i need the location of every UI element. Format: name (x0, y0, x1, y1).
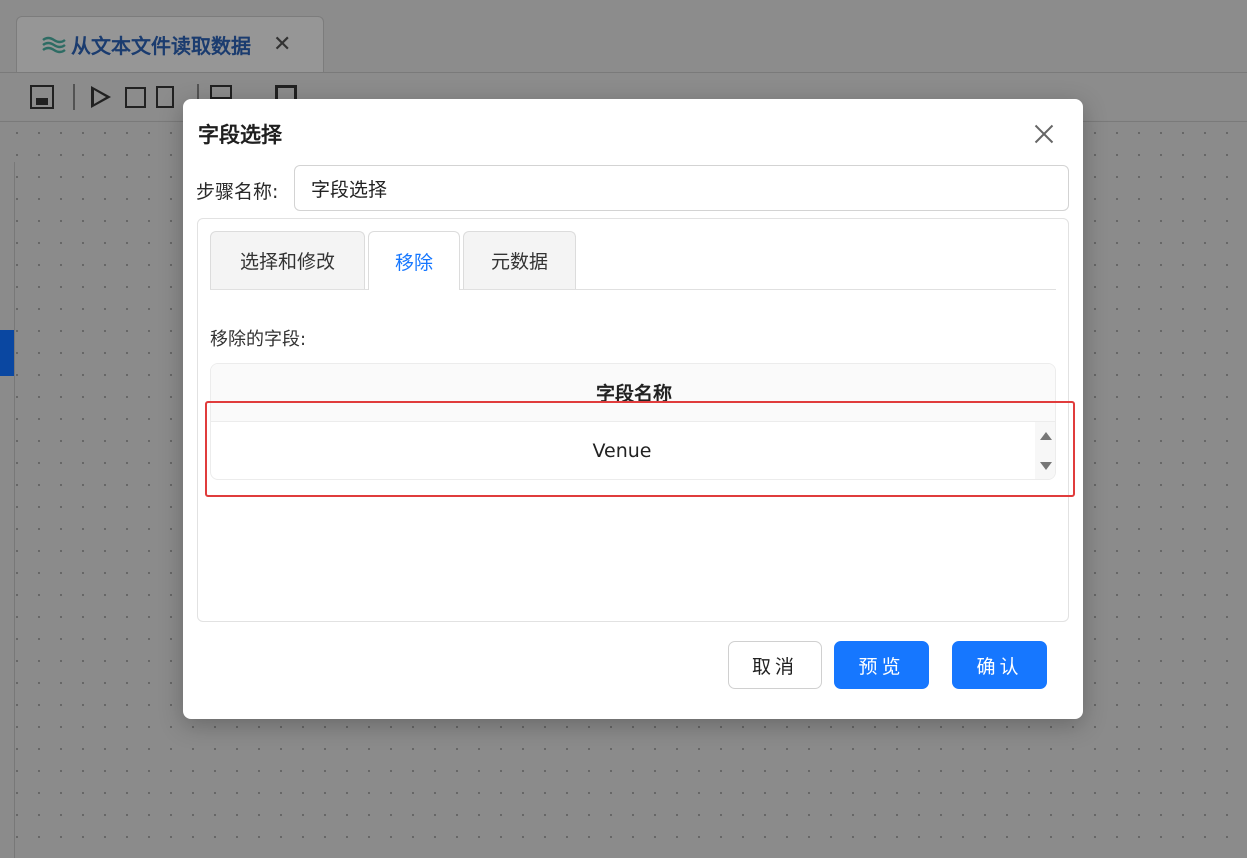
step-name-label: 步骤名称: (196, 181, 279, 203)
close-icon[interactable] (1031, 121, 1057, 147)
arrow-down-icon[interactable] (1040, 462, 1052, 470)
tab-select-modify[interactable]: 选择和修改 (210, 231, 365, 289)
field-select-dialog: 字段选择 步骤名称: 选择和修改 移除 元数据 移除的字段: 字段名称 Venu… (183, 99, 1083, 719)
dialog-title: 字段选择 (198, 123, 282, 147)
tab-metadata[interactable]: 元数据 (463, 231, 576, 289)
row-stepper[interactable] (1035, 422, 1055, 479)
tab-panel: 选择和修改 移除 元数据 移除的字段: 字段名称 Venue (197, 218, 1069, 622)
cancel-button[interactable]: 取消 (728, 641, 822, 689)
arrow-up-icon[interactable] (1040, 432, 1052, 440)
step-name-input[interactable] (294, 165, 1069, 211)
column-header-field-name: 字段名称 (211, 364, 1055, 422)
tab-remove[interactable]: 移除 (368, 231, 460, 290)
tab-bar-divider (210, 289, 1056, 290)
confirm-button[interactable]: 确认 (952, 641, 1047, 689)
removed-fields-label: 移除的字段: (210, 329, 307, 350)
preview-button[interactable]: 预览 (834, 641, 929, 689)
table-row[interactable]: Venue (211, 422, 1033, 479)
removed-fields-table: 字段名称 Venue (210, 363, 1056, 480)
